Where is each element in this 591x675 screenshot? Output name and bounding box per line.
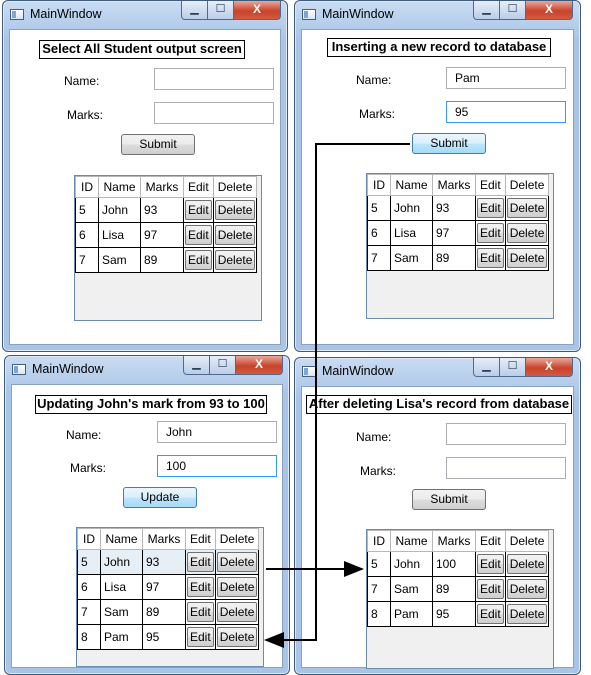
insert-to-grid-arrow [264, 143, 410, 648]
flow-arrows [264, 143, 410, 648]
